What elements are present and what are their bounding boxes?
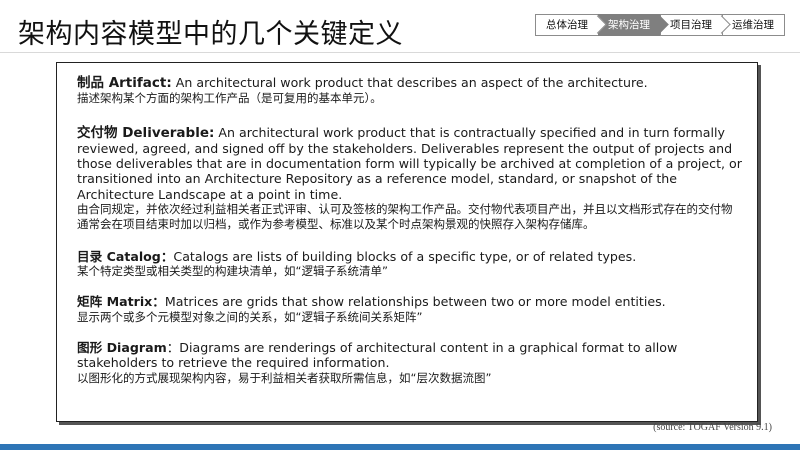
definition-zh: 某个特定类型或相关类型的构建块清单，如“逻辑子系统清单”: [77, 263, 388, 278]
definition-en-text: 交付物 Deliverable: An architectural work p…: [77, 125, 743, 202]
definition-term: 目录 Catalog：: [77, 248, 174, 264]
definition-term: 交付物 Deliverable:: [77, 124, 215, 141]
definition-catalog: 目录 Catalog：Catalogs are lists of buildin…: [77, 249, 743, 280]
definition-en: Matrices are grids that show relationshi…: [164, 294, 666, 310]
definition-zh: 以图形化的方式展现架构内容，易于利益相关者获取所需信息，如“层次数据流图”: [77, 370, 492, 385]
nav-item-project-governance[interactable]: 项目治理: [660, 14, 731, 36]
definition-term: 矩阵 Matrix：: [77, 294, 165, 310]
definition-term: 图形 Diagram: [77, 340, 167, 356]
definition-artifact: 制品 Artifact: An architectural work produ…: [77, 75, 743, 107]
definition-en-text: 制品 Artifact: An architectural work produ…: [77, 75, 743, 91]
nav-item-operations-governance[interactable]: 运维治理: [722, 14, 785, 36]
definition-en-text: 目录 Catalog：Catalogs are lists of buildin…: [77, 249, 743, 264]
definition-diagram: 图形 Diagram：Diagrams are renderings of ar…: [77, 340, 743, 386]
nav-item-label: 架构治理: [608, 19, 650, 31]
definition-zh: 由合同规定，并依次经过利益相关者正式评审、认可及签核的架构工作产品。交付物代表项…: [77, 201, 733, 232]
definition-zh: 显示两个或多个元模型对象之间的关系，如“逻辑子系统间关系矩阵”: [77, 309, 423, 324]
definition-deliverable: 交付物 Deliverable: An architectural work p…: [77, 125, 743, 233]
definition-en-text: 矩阵 Matrix：Matrices are grids that show r…: [77, 294, 743, 309]
definition-zh: 描述架构某个方面的架构工作产品（是可复用的基本单元）。: [77, 91, 382, 106]
definitions-panel: 制品 Artifact: An architectural work produ…: [56, 62, 758, 422]
definition-matrix: 矩阵 Matrix：Matrices are grids that show r…: [77, 294, 743, 325]
definition-en: Catalogs are lists of building blocks of…: [173, 248, 637, 264]
definition-en-text: 图形 Diagram：Diagrams are renderings of ar…: [77, 340, 743, 370]
definition-sep: ：: [166, 340, 180, 356]
footer-accent-bar: [0, 444, 800, 450]
source-citation: (source: TOGAF Version 9.1): [653, 422, 772, 433]
nav-item-architecture-governance[interactable]: 架构治理: [598, 14, 669, 36]
page-title: 架构内容模型中的几个关键定义: [18, 19, 403, 50]
nav-item-label: 运维治理: [732, 19, 774, 31]
nav-item-label: 项目治理: [670, 19, 712, 31]
definition-term: 制品 Artifact:: [77, 75, 172, 91]
title-divider: [0, 52, 800, 53]
breadcrumb-nav: 总体治理 架构治理 项目治理 运维治理: [535, 14, 785, 36]
nav-item-overall-governance[interactable]: 总体治理: [535, 14, 607, 36]
definition-en: An architectural work product that descr…: [175, 75, 648, 90]
nav-item-label: 总体治理: [546, 19, 588, 31]
